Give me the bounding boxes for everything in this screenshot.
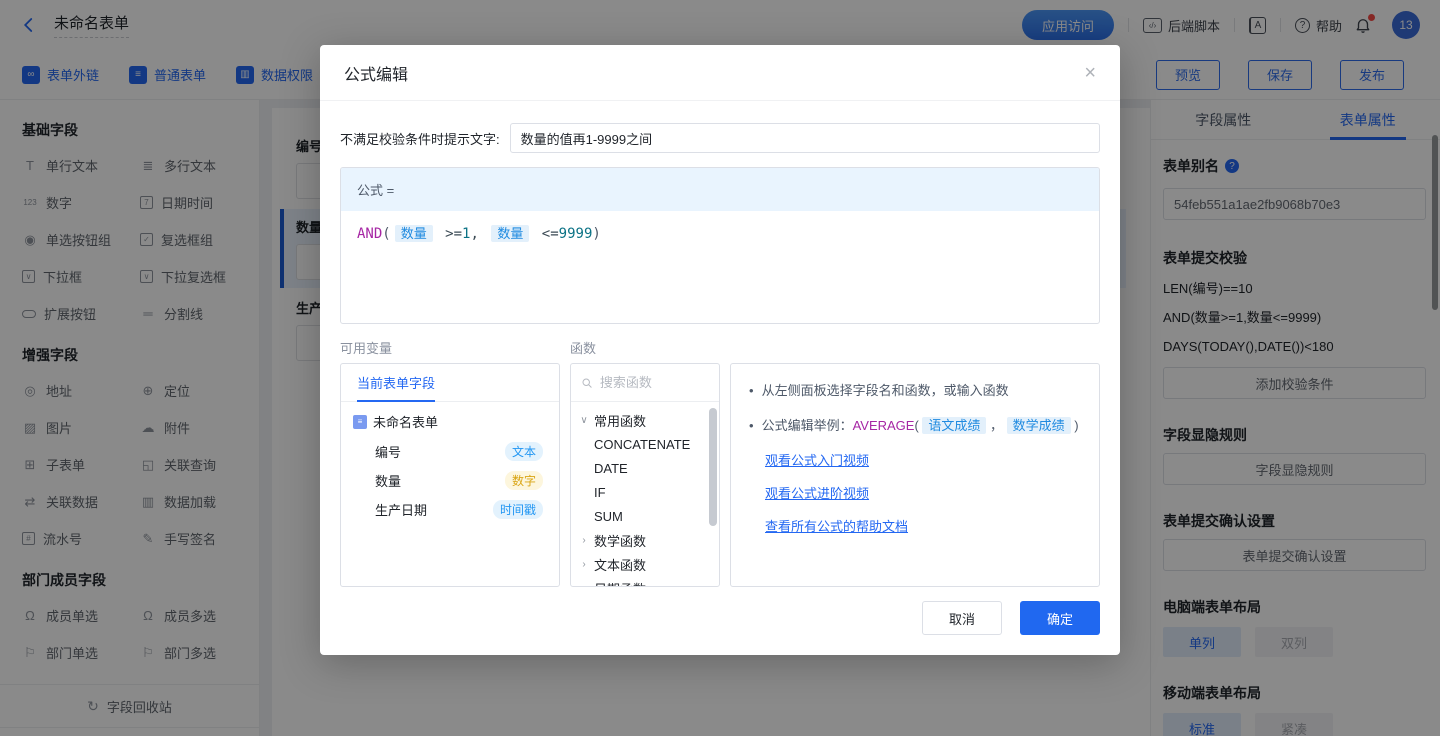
help-tip: 从左侧面板选择字段名和函数，或输入函数 [762, 383, 1009, 398]
bullet-icon: • [749, 383, 754, 398]
function-group-label: 文本函数 [594, 555, 646, 574]
formula-token: 9999 [559, 226, 593, 242]
variables-tab-row: 当前表单字段 [341, 364, 559, 402]
functions-label: 函数 [570, 338, 720, 355]
form-doc-icon: ≡ [353, 415, 367, 429]
type-badge: 时间戳 [493, 500, 543, 519]
bullet-icon: • [749, 418, 754, 433]
formula-expression[interactable]: AND(数量 >=1, 数量 <=9999) [341, 211, 1099, 323]
tip-row: 不满足校验条件时提示文字: [340, 123, 1100, 153]
formula-token: >= [437, 226, 462, 242]
functions-column: 函数 ∨ 常用函数 CONCATENATEDATEIFSUM › 数学函数 › 文本函数 › 日… [570, 338, 720, 587]
close-icon[interactable]: × [1084, 63, 1096, 83]
chevron-right-icon: › [579, 583, 589, 588]
help-example: 公式编辑举例：AVERAGE( 语文成绩 ， 数学成绩 ) [762, 417, 1079, 434]
help-link[interactable]: 观看公式进阶视频 [765, 483, 1081, 502]
help-tip-row: • 从左侧面板选择字段名和函数，或输入函数 [749, 380, 1081, 402]
function-item[interactable]: SUM [571, 504, 719, 528]
variables-panel: 当前表单字段 ≡ 未命名表单 编号 文本数量 数字生产日期 时间戳 [340, 363, 560, 587]
function-group[interactable]: › 数学函数 [571, 528, 719, 552]
variable-row[interactable]: 编号 文本 [353, 437, 547, 466]
help-panel: • 从左侧面板选择字段名和函数，或输入函数 • 公式编辑举例：AVERAGE( 语文… [730, 363, 1100, 587]
help-link[interactable]: 查看所有公式的帮助文档 [765, 516, 1081, 535]
function-group[interactable]: › 日期函数 [571, 576, 719, 587]
example-field: 数学成绩 [1007, 417, 1071, 434]
formula-token: 数量 [491, 225, 529, 242]
help-label-spacer [730, 338, 1100, 355]
variables-tree: ≡ 未命名表单 编号 文本数量 数字生产日期 时间戳 [341, 402, 559, 534]
variables-column: 可用变量 当前表单字段 ≡ 未命名表单 编号 文本数量 数字生产日期 时间戳 [340, 338, 560, 587]
formula-token: <= [533, 226, 558, 242]
formula-editor: 公式 = AND(数量 >=1, 数量 <=9999) [340, 167, 1100, 324]
tab-current-form-fields[interactable]: 当前表单字段 [357, 364, 435, 401]
function-group-label: 常用函数 [594, 411, 646, 430]
function-item[interactable]: CONCATENATE [571, 432, 719, 456]
variables-label: 可用变量 [340, 338, 560, 355]
cancel-button[interactable]: 取消 [922, 601, 1002, 635]
formula-editor-modal: 公式编辑 × 不满足校验条件时提示文字: 公式 = AND(数量 >=1, 数量… [320, 45, 1120, 655]
functions-panel: ∨ 常用函数 CONCATENATEDATEIFSUM › 数学函数 › 文本函数 › 日期函数 [570, 363, 720, 587]
modal-footer: 取消 确定 [922, 601, 1100, 635]
formula-token: ( [382, 226, 390, 242]
help-link[interactable]: 观看公式入门视频 [765, 450, 1081, 469]
formula-token: AND [357, 226, 382, 242]
function-group-label: 数学函数 [594, 531, 646, 550]
variable-rows: 编号 文本数量 数字生产日期 时间戳 [353, 437, 547, 524]
formula-token: , [470, 226, 487, 242]
type-badge: 数字 [505, 471, 543, 490]
modal-header: 公式编辑 × [320, 45, 1120, 101]
chevron-right-icon: › [579, 535, 589, 546]
modal-columns: 可用变量 当前表单字段 ≡ 未命名表单 编号 文本数量 数字生产日期 时间戳 [340, 338, 1100, 587]
search-icon [581, 376, 593, 390]
separator: ， [986, 418, 1006, 433]
tree-root-label: 未命名表单 [373, 412, 438, 431]
confirm-button[interactable]: 确定 [1020, 601, 1100, 635]
variable-name: 数量 [375, 471, 401, 490]
tree-root[interactable]: ≡ 未命名表单 [353, 412, 547, 431]
function-group[interactable]: ∨ 常用函数 [571, 408, 719, 432]
formula-token: 数量 [395, 225, 433, 242]
tip-message-input[interactable] [510, 123, 1100, 153]
tip-label: 不满足校验条件时提示文字: [340, 129, 500, 148]
modal-body: 不满足校验条件时提示文字: 公式 = AND(数量 >=1, 数量 <=9999… [320, 101, 1120, 587]
variable-row[interactable]: 数量 数字 [353, 466, 547, 495]
formula-token: ) [592, 226, 600, 242]
modal-title: 公式编辑 [344, 61, 408, 85]
type-badge: 文本 [505, 442, 543, 461]
chevron-down-icon: ∨ [579, 415, 589, 426]
app-root: 未命名表单 应用访问 ‹/› 后端脚本 A ? 帮助 13 [0, 0, 1440, 736]
example-function: AVERAGE [853, 418, 915, 433]
scrollbar-thumb[interactable] [709, 408, 717, 526]
formula-header: 公式 = [341, 168, 1099, 211]
example-prefix: 公式编辑举例： [762, 418, 853, 433]
variable-name: 编号 [375, 442, 401, 461]
help-column: • 从左侧面板选择字段名和函数，或输入函数 • 公式编辑举例：AVERAGE( 语文… [730, 338, 1100, 587]
help-links: 观看公式入门视频观看公式进阶视频查看所有公式的帮助文档 [749, 450, 1081, 535]
paren: ) [1071, 418, 1079, 433]
variable-name: 生产日期 [375, 500, 427, 519]
function-search [571, 364, 719, 402]
chevron-right-icon: › [579, 559, 589, 570]
function-item[interactable]: IF [571, 480, 719, 504]
variable-row[interactable]: 生产日期 时间戳 [353, 495, 547, 524]
function-group-label: 日期函数 [594, 579, 646, 588]
example-field: 语文成绩 [922, 417, 986, 434]
help-example-row: • 公式编辑举例：AVERAGE( 语文成绩 ， 数学成绩 ) [749, 415, 1081, 437]
function-item[interactable]: DATE [571, 456, 719, 480]
function-group[interactable]: › 文本函数 [571, 552, 719, 576]
function-search-input[interactable] [600, 375, 709, 390]
function-list: ∨ 常用函数 CONCATENATEDATEIFSUM › 数学函数 › 文本函数 › 日期函数 [571, 402, 719, 587]
